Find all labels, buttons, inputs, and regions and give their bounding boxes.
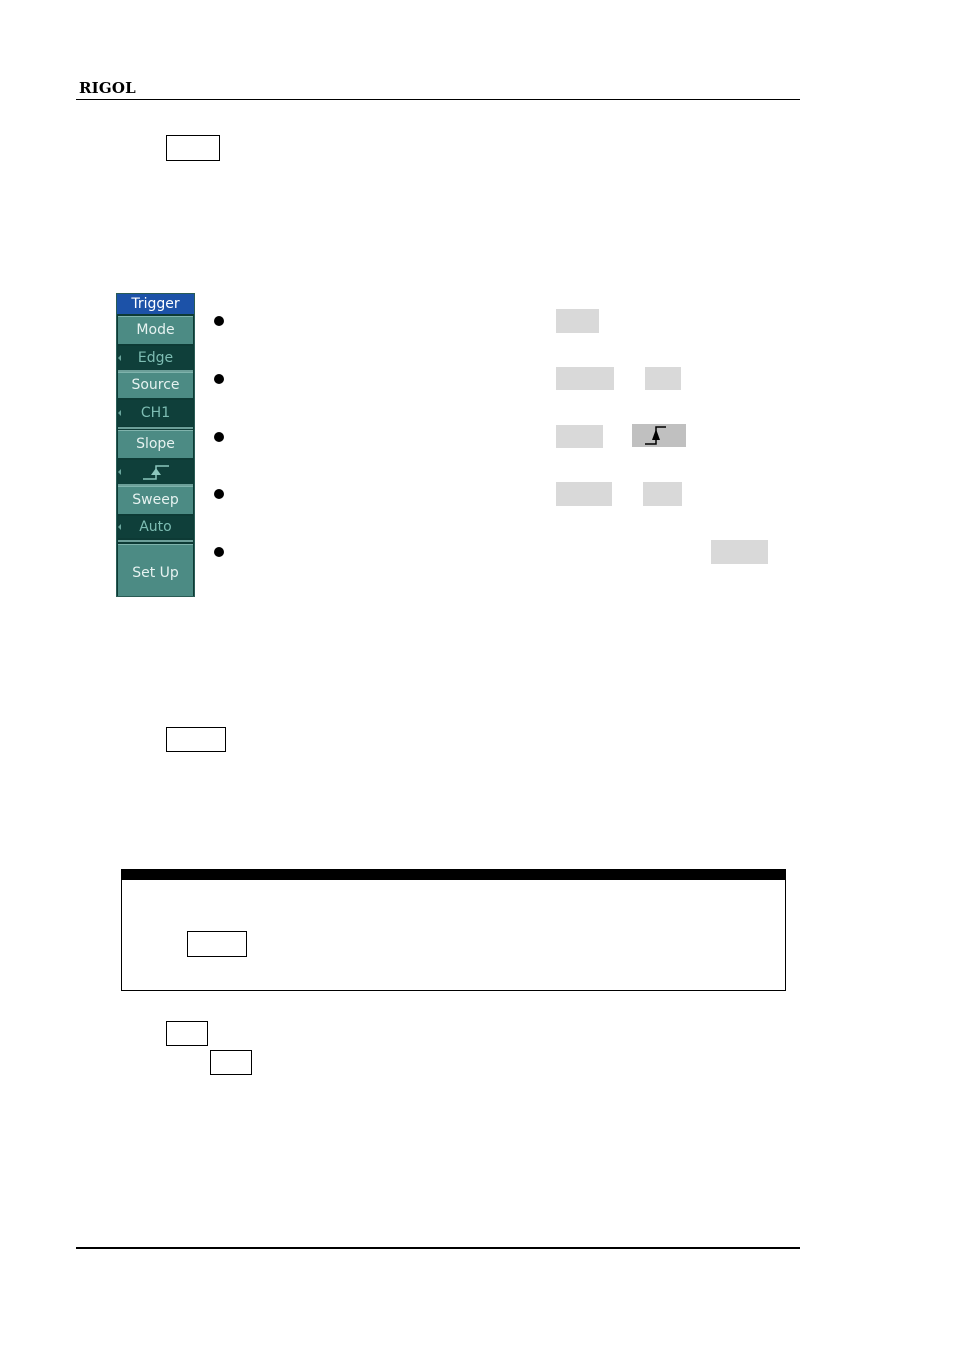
menu-value-source: CH1 — [118, 400, 193, 426]
arrow-left-icon — [118, 410, 121, 416]
arrow-left-icon — [118, 355, 121, 361]
menu-separator — [118, 427, 193, 429]
bullet-point — [214, 316, 224, 326]
menu-key-highlight — [645, 367, 681, 390]
brand-logo: RIGOL — [79, 79, 136, 97]
trigger-menu: Trigger Mode Edge Source CH1 Slope Sweep… — [116, 293, 195, 597]
front-panel-key-box — [187, 931, 247, 957]
bullet-point — [214, 432, 224, 442]
footer-rule — [76, 1247, 800, 1249]
menu-item-label: Mode — [136, 322, 175, 338]
menu-item-value: Edge — [137, 350, 174, 366]
menu-item-setup[interactable]: Set Up — [118, 544, 193, 596]
menu-value-sweep: Auto — [118, 516, 193, 538]
menu-item-value: CH1 — [140, 405, 171, 421]
menu-item-label: Set Up — [132, 565, 179, 581]
header-rule — [76, 99, 800, 100]
menu-item-mode[interactable]: Mode — [118, 316, 193, 344]
arrow-left-icon — [118, 524, 121, 530]
menu-key-highlight — [556, 367, 614, 390]
bullet-point — [214, 547, 224, 557]
note-header-bar — [122, 870, 785, 880]
menu-key-highlight — [643, 482, 682, 506]
menu-key-highlight — [556, 425, 603, 448]
arrow-left-icon — [118, 469, 121, 475]
menu-item-sweep[interactable]: Sweep — [118, 486, 193, 514]
menu-key-highlight — [632, 424, 686, 447]
menu-key-highlight — [556, 482, 612, 506]
bullet-point — [214, 489, 224, 499]
menu-value-slope — [118, 460, 193, 484]
menu-key-highlight — [711, 540, 768, 564]
front-panel-key-box — [166, 1021, 208, 1046]
front-panel-key-box — [210, 1050, 252, 1075]
menu-item-source[interactable]: Source — [118, 372, 193, 398]
menu-separator — [118, 540, 193, 542]
bullet-point — [214, 374, 224, 384]
menu-title: Trigger — [117, 294, 194, 314]
menu-item-value: Auto — [139, 519, 172, 535]
front-panel-key-box — [166, 135, 220, 161]
menu-item-label: Source — [131, 377, 180, 393]
rising-edge-icon — [645, 426, 666, 445]
menu-item-label: Slope — [136, 436, 175, 452]
note-box — [121, 869, 786, 991]
menu-value-mode: Edge — [118, 346, 193, 370]
front-panel-key-box — [166, 727, 226, 752]
menu-item-label: Sweep — [132, 492, 179, 508]
menu-item-slope[interactable]: Slope — [118, 430, 193, 458]
rising-edge-icon — [142, 465, 169, 480]
menu-key-highlight — [556, 309, 599, 333]
